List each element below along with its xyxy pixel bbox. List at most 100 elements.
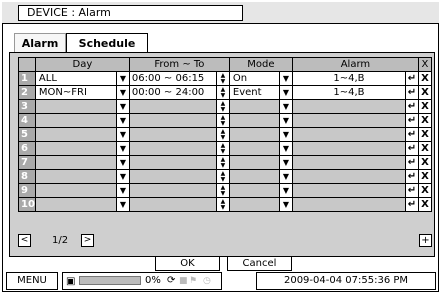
day-cell[interactable] — [34, 141, 117, 156]
day-dropdown-icon[interactable]: ▼ — [115, 169, 130, 184]
time-range-cell[interactable] — [128, 99, 217, 114]
alarm-cell[interactable] — [291, 99, 406, 114]
delete-row-icon[interactable]: X — [417, 169, 432, 184]
spin-down-icon[interactable]: ▼ — [217, 204, 228, 211]
delete-row-icon[interactable]: X — [417, 155, 432, 170]
tab-schedule[interactable]: Schedule — [66, 33, 148, 53]
delete-row-icon[interactable]: X — [417, 183, 432, 198]
day-cell[interactable] — [34, 113, 117, 128]
time-spinner-icon[interactable]: ▲ ▼ — [215, 71, 230, 86]
time-spinner-icon[interactable]: ▲ ▼ — [215, 183, 230, 198]
spin-down-icon[interactable]: ▼ — [217, 190, 228, 197]
mode-cell[interactable] — [228, 183, 280, 198]
time-range-cell[interactable] — [128, 197, 217, 212]
time-spinner-icon[interactable]: ▲ ▼ — [215, 127, 230, 142]
delete-row-icon[interactable]: X — [417, 99, 432, 114]
day-dropdown-icon[interactable]: ▼ — [115, 155, 130, 170]
enter-icon[interactable]: ↵ — [404, 127, 419, 142]
enter-icon[interactable]: ↵ — [404, 71, 419, 86]
time-range-cell[interactable] — [128, 113, 217, 128]
day-cell[interactable] — [34, 197, 117, 212]
mode-cell[interactable] — [228, 99, 280, 114]
day-cell[interactable] — [34, 183, 117, 198]
time-range-cell[interactable] — [128, 183, 217, 198]
time-spinner-icon[interactable]: ▲ ▼ — [215, 141, 230, 156]
alarm-cell[interactable]: 1~4,B — [291, 85, 406, 100]
ok-button[interactable]: OK — [155, 256, 220, 271]
mode-cell[interactable] — [228, 127, 280, 142]
mode-dropdown-icon[interactable]: ▼ — [278, 169, 293, 184]
mode-cell[interactable] — [228, 155, 280, 170]
mode-dropdown-icon[interactable]: ▼ — [278, 85, 293, 100]
tab-alarm[interactable]: Alarm — [14, 33, 66, 53]
prev-page-button[interactable]: < — [18, 234, 31, 247]
spin-down-icon[interactable]: ▼ — [217, 134, 228, 141]
next-page-button[interactable]: > — [81, 234, 94, 247]
alarm-cell[interactable] — [291, 155, 406, 170]
mode-cell[interactable]: Event — [228, 85, 280, 100]
enter-icon[interactable]: ↵ — [404, 197, 419, 212]
delete-row-icon[interactable]: X — [417, 113, 432, 128]
time-range-cell[interactable]: 06:00 ~ 06:15 — [128, 71, 217, 86]
mode-cell[interactable] — [228, 169, 280, 184]
alarm-cell[interactable] — [291, 169, 406, 184]
alarm-cell[interactable] — [291, 183, 406, 198]
alarm-cell[interactable] — [291, 141, 406, 156]
mode-dropdown-icon[interactable]: ▼ — [278, 141, 293, 156]
mode-cell[interactable]: On — [228, 71, 280, 86]
mode-cell[interactable] — [228, 197, 280, 212]
day-dropdown-icon[interactable]: ▼ — [115, 85, 130, 100]
spin-down-icon[interactable]: ▼ — [217, 120, 228, 127]
mode-dropdown-icon[interactable]: ▼ — [278, 113, 293, 128]
enter-icon[interactable]: ↵ — [404, 141, 419, 156]
alarm-cell[interactable] — [291, 113, 406, 128]
day-dropdown-icon[interactable]: ▼ — [115, 113, 130, 128]
spin-down-icon[interactable]: ▼ — [217, 148, 228, 155]
day-dropdown-icon[interactable]: ▼ — [115, 183, 130, 198]
time-spinner-icon[interactable]: ▲ ▼ — [215, 99, 230, 114]
mode-dropdown-icon[interactable]: ▼ — [278, 155, 293, 170]
time-spinner-icon[interactable]: ▲ ▼ — [215, 169, 230, 184]
day-dropdown-icon[interactable]: ▼ — [115, 197, 130, 212]
mode-cell[interactable] — [228, 141, 280, 156]
time-range-cell[interactable] — [128, 169, 217, 184]
mode-dropdown-icon[interactable]: ▼ — [278, 71, 293, 86]
alarm-cell[interactable] — [291, 197, 406, 212]
day-dropdown-icon[interactable]: ▼ — [115, 141, 130, 156]
enter-icon[interactable]: ↵ — [404, 85, 419, 100]
time-range-cell[interactable] — [128, 141, 217, 156]
day-cell[interactable] — [34, 155, 117, 170]
day-dropdown-icon[interactable]: ▼ — [115, 71, 130, 86]
delete-row-icon[interactable]: X — [417, 71, 432, 86]
menu-button[interactable]: MENU — [6, 272, 58, 290]
enter-icon[interactable]: ↵ — [404, 183, 419, 198]
time-range-cell[interactable] — [128, 127, 217, 142]
time-spinner-icon[interactable]: ▲ ▼ — [215, 113, 230, 128]
time-range-cell[interactable]: 00:00 ~ 24:00 — [128, 85, 217, 100]
spin-down-icon[interactable]: ▼ — [217, 176, 228, 183]
spin-down-icon[interactable]: ▼ — [217, 162, 228, 169]
mode-dropdown-icon[interactable]: ▼ — [278, 127, 293, 142]
spin-down-icon[interactable]: ▼ — [217, 106, 228, 113]
mode-cell[interactable] — [228, 113, 280, 128]
delete-row-icon[interactable]: X — [417, 141, 432, 156]
day-cell[interactable] — [34, 169, 117, 184]
alarm-cell[interactable]: 1~4,B — [291, 71, 406, 86]
enter-icon[interactable]: ↵ — [404, 169, 419, 184]
day-dropdown-icon[interactable]: ▼ — [115, 127, 130, 142]
alarm-cell[interactable] — [291, 127, 406, 142]
day-cell[interactable] — [34, 127, 117, 142]
mode-dropdown-icon[interactable]: ▼ — [278, 197, 293, 212]
time-spinner-icon[interactable]: ▲ ▼ — [215, 197, 230, 212]
spin-down-icon[interactable]: ▼ — [217, 92, 228, 99]
delete-row-icon[interactable]: X — [417, 127, 432, 142]
time-range-cell[interactable] — [128, 155, 217, 170]
mode-dropdown-icon[interactable]: ▼ — [278, 99, 293, 114]
day-cell[interactable]: ALL — [34, 71, 117, 86]
day-dropdown-icon[interactable]: ▼ — [115, 99, 130, 114]
enter-icon[interactable]: ↵ — [404, 113, 419, 128]
time-spinner-icon[interactable]: ▲ ▼ — [215, 155, 230, 170]
day-cell[interactable] — [34, 99, 117, 114]
time-spinner-icon[interactable]: ▲ ▼ — [215, 85, 230, 100]
mode-dropdown-icon[interactable]: ▼ — [278, 183, 293, 198]
